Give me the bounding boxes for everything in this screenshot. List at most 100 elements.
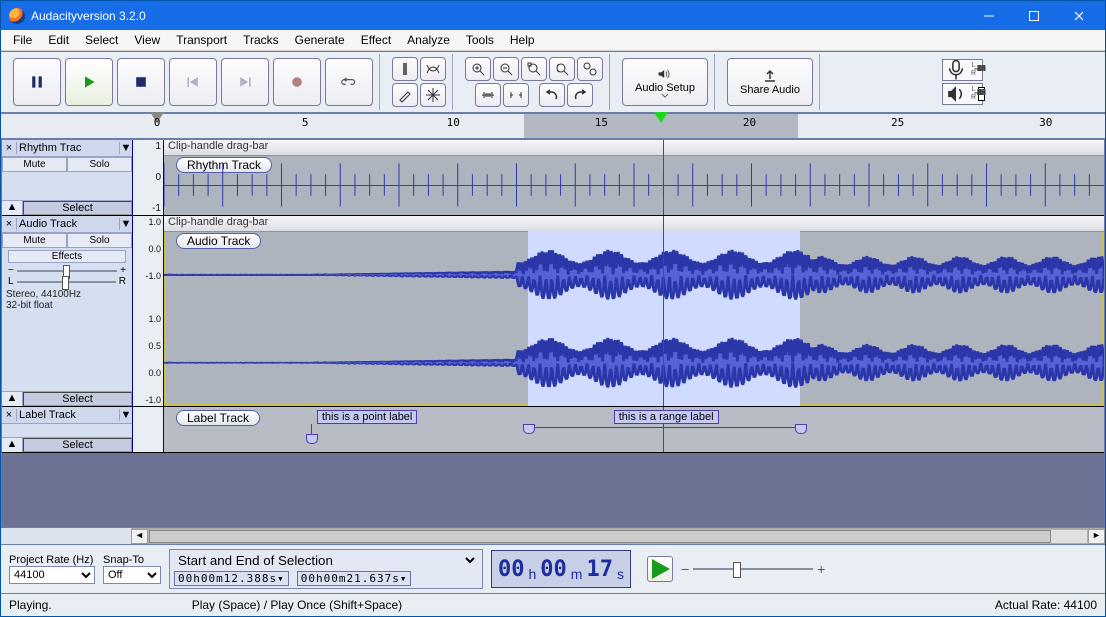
app-logo xyxy=(9,8,25,24)
track-close-button[interactable]: × xyxy=(2,218,17,230)
maximize-button[interactable] xyxy=(1011,1,1056,30)
trim-button[interactable] xyxy=(475,83,501,107)
pause-button[interactable] xyxy=(13,58,61,106)
label-text[interactable]: this is a point label xyxy=(317,410,418,424)
collapse-button[interactable]: ▲ xyxy=(2,201,23,215)
menu-tracks[interactable]: Tracks xyxy=(235,31,287,49)
time-display[interactable]: 00h 00m 17s xyxy=(491,550,631,588)
selection-start-time[interactable]: 00h00m12.388s▾ xyxy=(174,571,289,586)
status-bar: Playing. Play (Space) / Play Once (Shift… xyxy=(1,593,1105,616)
mute-button[interactable]: Mute xyxy=(2,233,67,248)
fit-selection-button[interactable] xyxy=(521,57,547,81)
skip-start-button[interactable] xyxy=(169,58,217,106)
scrollbar-thumb[interactable] xyxy=(149,530,1051,543)
scroll-left-button[interactable]: ◄ xyxy=(131,529,148,544)
menu-transport[interactable]: Transport xyxy=(168,31,235,49)
envelope-tool[interactable] xyxy=(420,57,446,81)
vertical-scale[interactable]: 10-1 xyxy=(133,140,164,215)
snap-to-select[interactable]: Off xyxy=(103,566,161,584)
track-format-info: Stereo, 44100Hz32-bit float xyxy=(2,287,132,313)
collapse-button[interactable]: ▲ xyxy=(2,392,23,406)
menu-view[interactable]: View xyxy=(126,31,168,49)
undo-button[interactable] xyxy=(539,83,565,107)
track-select-button[interactable]: Select xyxy=(23,392,132,406)
track-close-button[interactable]: × xyxy=(2,142,17,154)
menu-effect[interactable]: Effect xyxy=(353,31,399,49)
clip-area[interactable]: Clip-handle drag-barAudio Track xyxy=(164,216,1104,406)
mute-button[interactable]: Mute xyxy=(2,157,67,172)
menu-tools[interactable]: Tools xyxy=(458,31,502,49)
menu-analyze[interactable]: Analyze xyxy=(399,31,458,49)
vertical-scale[interactable] xyxy=(133,407,164,452)
silence-button[interactable] xyxy=(503,83,529,107)
menu-select[interactable]: Select xyxy=(77,31,126,49)
track-rhythm: × Rhythm Trac ▼ MuteSolo ▲Select10-1Clip-h… xyxy=(2,140,1104,216)
scroll-right-button[interactable]: ► xyxy=(1088,529,1105,544)
record-button[interactable] xyxy=(273,58,321,106)
label-range-bar[interactable] xyxy=(528,427,800,428)
track-menu-button[interactable]: ▼ xyxy=(119,218,132,230)
label-range-handle[interactable] xyxy=(795,424,807,434)
track-name[interactable]: Rhythm Trac xyxy=(17,142,119,154)
label-track-area[interactable]: Label Trackthis is a point labelthis is … xyxy=(164,407,1104,452)
window-title: Audacityversion 3.2.0 xyxy=(31,9,146,23)
menu-help[interactable]: Help xyxy=(502,31,543,49)
selection-mode-select[interactable]: Start and End of Selection xyxy=(174,552,478,569)
label-point-marker[interactable] xyxy=(306,424,318,444)
solo-button[interactable]: Solo xyxy=(67,157,132,172)
selection-end-time[interactable]: 00h00m21.637s▾ xyxy=(297,571,412,586)
clip-handle[interactable]: Clip-handle drag-bar xyxy=(164,140,1104,156)
status-hint: Play (Space) / Play Once (Shift+Space) xyxy=(192,598,995,612)
zoom-toggle-button[interactable] xyxy=(577,57,603,81)
draw-tool[interactable] xyxy=(392,83,418,107)
status-right: Actual Rate: 44100 xyxy=(995,598,1097,612)
track-menu-button[interactable]: ▼ xyxy=(119,142,132,154)
playback-meter[interactable]: LR L-54-48-42-36-30-24-18-12-60 xyxy=(942,83,983,105)
menu-file[interactable]: File xyxy=(5,31,40,49)
track-menu-button[interactable]: ▼ xyxy=(119,409,132,421)
track-select-button[interactable]: Select xyxy=(23,201,132,215)
close-button[interactable] xyxy=(1056,1,1101,30)
pan-slider[interactable] xyxy=(17,281,116,283)
label-range-handle[interactable] xyxy=(523,424,535,434)
track-name[interactable]: Audio Track xyxy=(17,218,119,230)
tracks-area: × Rhythm Trac ▼MuteSolo▲Select10-1Clip-h… xyxy=(1,139,1105,528)
timeline-ruler[interactable]: 051015202530 xyxy=(1,113,1105,139)
microphone-icon xyxy=(945,62,967,78)
play-at-speed-button[interactable] xyxy=(647,556,673,582)
track-name[interactable]: Label Track xyxy=(17,409,119,421)
audio-setup-button[interactable]: Audio Setup xyxy=(622,58,708,106)
horizontal-scrollbar[interactable]: ◄ ► xyxy=(131,528,1105,544)
play-button[interactable] xyxy=(65,58,113,106)
chevron-down-icon xyxy=(661,93,669,98)
redo-button[interactable] xyxy=(567,83,593,107)
vertical-scale[interactable]: 1.00.0-1.01.00.50.0-1.0 xyxy=(133,216,164,406)
loop-button[interactable] xyxy=(325,58,373,106)
menu-generate[interactable]: Generate xyxy=(287,31,353,49)
track-label: × Label Track ▼ ▲Select Label Trackthis is… xyxy=(2,407,1104,453)
label-text[interactable]: this is a range label xyxy=(614,410,719,424)
track-close-button[interactable]: × xyxy=(2,409,17,421)
zoom-in-button[interactable] xyxy=(465,57,491,81)
solo-button[interactable]: Solo xyxy=(67,233,132,248)
project-rate-select[interactable]: 44100 xyxy=(9,566,95,584)
minimize-button[interactable] xyxy=(966,1,1011,30)
share-audio-button[interactable]: Share Audio xyxy=(727,58,813,106)
effects-button[interactable]: Effects xyxy=(8,250,126,263)
skip-end-button[interactable] xyxy=(221,58,269,106)
clip-handle[interactable]: Clip-handle drag-bar xyxy=(164,216,1104,232)
gain-slider[interactable] xyxy=(17,270,117,272)
stop-button[interactable] xyxy=(117,58,165,106)
fit-project-button[interactable] xyxy=(549,57,575,81)
play-cursor-marker[interactable] xyxy=(654,112,668,123)
collapse-button[interactable]: ▲ xyxy=(2,438,23,452)
playback-speed-slider[interactable] xyxy=(693,568,813,570)
selection-tool[interactable] xyxy=(392,57,418,81)
menu-edit[interactable]: Edit xyxy=(40,31,77,49)
record-meter[interactable]: LR -54-48-42-36-30-24-18-12-60 xyxy=(942,59,983,81)
clip-area[interactable]: Clip-handle drag-barRhythm Track xyxy=(164,140,1104,215)
track-select-button[interactable]: Select xyxy=(23,438,132,452)
speaker-small-icon xyxy=(945,86,967,102)
zoom-out-button[interactable] xyxy=(493,57,519,81)
multi-tool[interactable] xyxy=(420,83,446,107)
